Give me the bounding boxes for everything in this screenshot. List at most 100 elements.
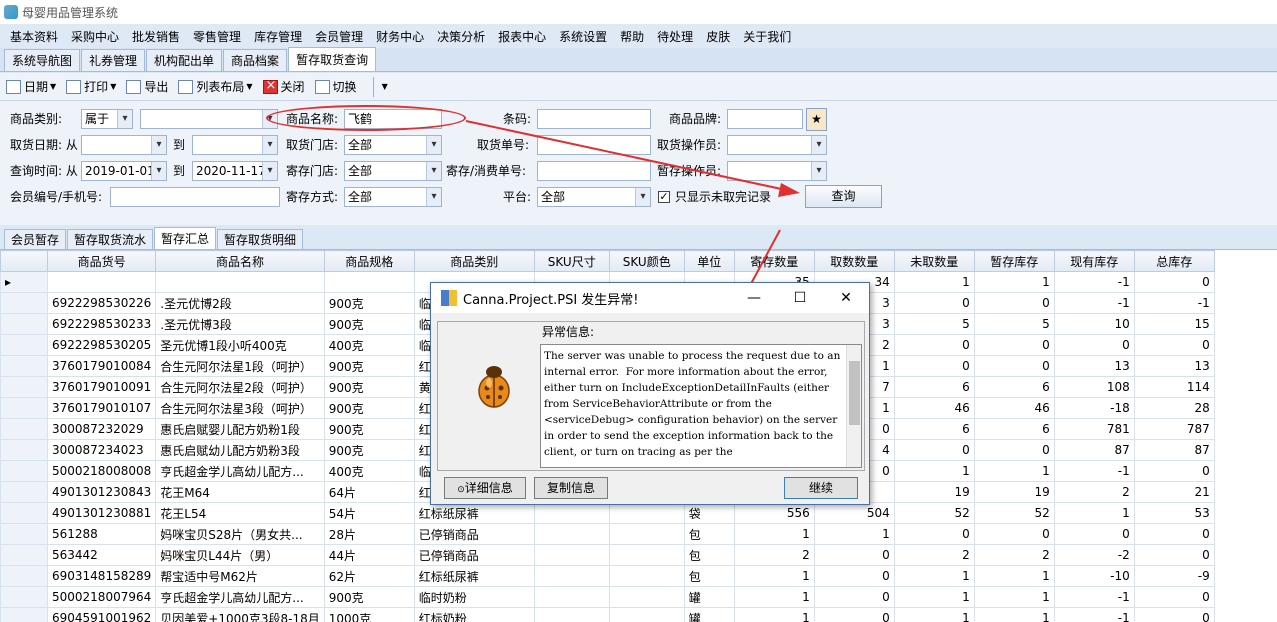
platform-select[interactable]: 全部 <box>537 187 651 207</box>
pickup-date-from[interactable] <box>81 135 167 155</box>
tab-temp-pickup-query[interactable]: 暂存取货查询 <box>288 47 377 71</box>
scrollbar-thumb[interactable] <box>849 361 860 425</box>
col-header[interactable]: 商品名称 <box>155 250 325 272</box>
col-header[interactable]: SKU尺寸 <box>533 250 610 272</box>
table-row[interactable]: 561288 妈咪宝贝S28片（男女共... 28片 已停销商品包 1 1 0 0 0 0 <box>0 523 1215 545</box>
col-header[interactable]: 商品货号 <box>46 250 157 272</box>
deposit-no-input[interactable] <box>537 161 651 181</box>
row-indicator[interactable] <box>0 607 48 622</box>
menu-purchase[interactable]: 采购中心 <box>71 28 119 45</box>
table-cell <box>533 607 610 622</box>
col-header[interactable]: 商品类别 <box>413 250 535 272</box>
col-header[interactable]: SKU颜色 <box>608 250 685 272</box>
row-indicator[interactable] <box>0 565 48 587</box>
query-button[interactable]: 查询 <box>805 185 882 208</box>
layout-button[interactable]: 列表布局 ▼ <box>178 78 253 95</box>
row-indicator[interactable] <box>0 418 48 440</box>
menu-help[interactable]: 帮助 <box>620 28 644 45</box>
table-row[interactable]: 5000218007964 亨氏超金学儿高幼儿配方... 900克 临时奶粉罐 1 0 1 1… <box>0 586 1215 608</box>
row-indicator[interactable] <box>0 439 48 461</box>
tab-coupon[interactable]: 礼券管理 <box>81 49 146 71</box>
temp-operator-select[interactable] <box>727 161 827 181</box>
row-indicator[interactable] <box>0 586 48 608</box>
col-header[interactable]: 暂存库存 <box>973 250 1055 272</box>
member-input[interactable] <box>110 187 280 207</box>
row-indicator[interactable] <box>0 481 48 503</box>
row-indicator[interactable] <box>0 544 48 566</box>
row-indicator[interactable] <box>0 376 48 398</box>
row-indicator[interactable] <box>0 397 48 419</box>
pickup-store-select[interactable]: 全部 <box>344 135 442 155</box>
pickup-operator-select[interactable] <box>727 135 827 155</box>
error-textbox[interactable]: The server was unable to process the req… <box>540 344 862 468</box>
close-button[interactable]: 关闭 <box>262 78 305 95</box>
table-cell <box>533 523 610 545</box>
menu-skin[interactable]: 皮肤 <box>706 28 730 45</box>
col-header[interactable]: 商品规格 <box>323 250 415 272</box>
menu-member[interactable]: 会员管理 <box>315 28 363 45</box>
menu-wholesale[interactable]: 批发销售 <box>132 28 180 45</box>
date-button[interactable]: 日期 ▼ <box>6 78 56 95</box>
query-date-from[interactable]: 2019-01-01 <box>81 161 167 181</box>
table-row[interactable]: 6903148158289 帮宝适中号M62片 62片 红标纸尿裤包 1 0 1 1 -10 -9 <box>0 565 1215 587</box>
deposit-mode-select[interactable]: 全部 <box>344 187 442 207</box>
row-indicator[interactable] <box>0 292 48 314</box>
deposit-store-select[interactable]: 全部 <box>344 161 442 181</box>
minimize-icon[interactable]: — <box>731 283 777 313</box>
category-select[interactable] <box>140 109 278 129</box>
menu-analysis[interactable]: 决策分析 <box>437 28 485 45</box>
brand-picker-icon[interactable]: ★ <box>806 108 827 131</box>
col-header[interactable]: 寄存数量 <box>733 250 815 272</box>
export-button[interactable]: 导出 <box>126 78 168 95</box>
menu-reports[interactable]: 报表中心 <box>498 28 546 45</box>
menu-inventory[interactable]: 库存管理 <box>254 28 302 45</box>
row-indicator[interactable] <box>0 313 48 335</box>
table-row[interactable]: 4901301230881 花王L54 54片 红标纸尿裤袋 556 504 52 52 1 53 <box>0 502 1215 524</box>
maximize-icon[interactable]: ☐ <box>777 283 823 313</box>
row-indicator[interactable]: ▸ <box>0 271 48 293</box>
row-indicator[interactable] <box>0 502 48 524</box>
continue-button[interactable]: 继续 <box>784 477 858 499</box>
table-cell <box>608 523 685 545</box>
tab-pickup-detail[interactable]: 暂存取货明细 <box>217 229 304 249</box>
row-indicator[interactable] <box>0 460 48 482</box>
switch-button[interactable]: 切换 <box>314 78 357 95</box>
menu-settings[interactable]: 系统设置 <box>559 28 607 45</box>
pickup-date-to[interactable] <box>192 135 278 155</box>
col-header[interactable]: 单位 <box>683 250 735 272</box>
table-cell: 900克 <box>323 397 415 419</box>
col-header[interactable]: 取数数量 <box>813 250 895 272</box>
error-scrollbar[interactable] <box>846 345 861 467</box>
only-unfinished-checkbox[interactable]: ✓ <box>658 191 670 203</box>
copy-info-button[interactable]: 复制信息 <box>534 477 608 499</box>
tab-pickup-flow[interactable]: 暂存取货流水 <box>67 229 154 249</box>
menu-basic[interactable]: 基本资料 <box>10 28 58 45</box>
tab-member-deposit[interactable]: 会员暂存 <box>4 229 67 249</box>
tab-nav-map[interactable]: 系统导航图 <box>4 49 81 71</box>
tab-products[interactable]: 商品档案 <box>223 49 288 71</box>
category-operator-select[interactable]: 属于 <box>81 109 133 129</box>
menu-pending[interactable]: 待处理 <box>657 28 693 45</box>
menu-finance[interactable]: 财务中心 <box>376 28 424 45</box>
query-date-to[interactable]: 2020-11-17 <box>192 161 278 181</box>
col-header[interactable]: 现有库存 <box>1053 250 1135 272</box>
tab-deposit-summary[interactable]: 暂存汇总 <box>154 227 217 249</box>
menu-retail[interactable]: 零售管理 <box>193 28 241 45</box>
details-button[interactable]: ⊙详细信息 <box>444 477 526 499</box>
print-button[interactable]: 打印 ▼ <box>66 78 116 95</box>
row-indicator[interactable] <box>0 523 48 545</box>
table-row[interactable]: 6904591001962 贝因美爱+1000克3段8-18月 1000克 红标奶粉 罐… <box>0 607 1215 622</box>
table-row[interactable]: 563442 妈咪宝贝L44片（男） 44片 已停销商品包 2 0 2 2 -2 0 <box>0 544 1215 566</box>
menu-about[interactable]: 关于我们 <box>743 28 791 45</box>
brand-input[interactable] <box>727 109 803 129</box>
tab-dispatch[interactable]: 机构配出单 <box>146 49 223 71</box>
barcode-input[interactable] <box>537 109 651 129</box>
close-icon[interactable]: ✕ <box>823 283 869 313</box>
col-header[interactable]: 未取数量 <box>893 250 975 272</box>
col-header[interactable]: 总库存 <box>1133 250 1215 272</box>
row-indicator[interactable] <box>0 355 48 377</box>
pickup-no-input[interactable] <box>537 135 651 155</box>
table-cell: 2 <box>733 544 815 566</box>
row-indicator[interactable] <box>0 334 48 356</box>
toolbar-overflow-icon[interactable]: ▼ <box>382 82 388 91</box>
